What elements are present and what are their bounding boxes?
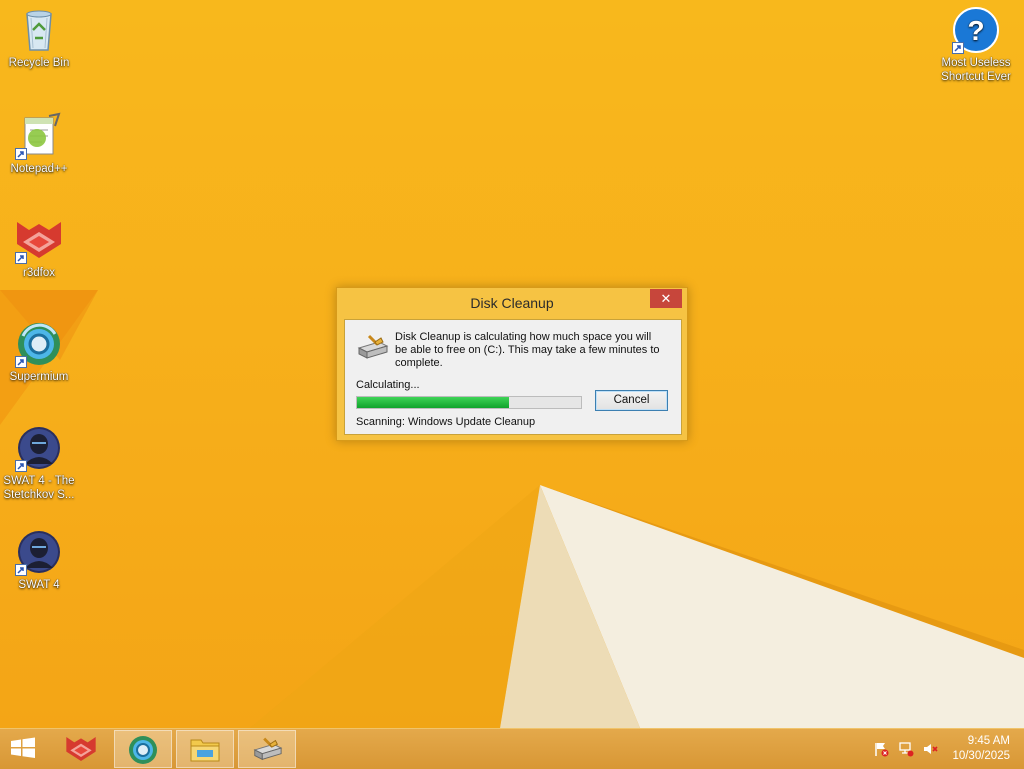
taskbar-file-explorer[interactable]	[176, 730, 234, 768]
clock-time: 9:45 AM	[967, 735, 1010, 747]
svg-text:?: ?	[967, 15, 984, 46]
taskbar-disk-cleanup[interactable]	[238, 730, 296, 768]
recycle-bin-icon	[26, 10, 52, 51]
progress-fill	[357, 397, 510, 408]
desktop-icon-r3dfox[interactable]: r3dfox	[1, 216, 77, 280]
shortcut-arrow-icon	[952, 42, 964, 54]
desktop-icon-recycle-bin[interactable]: Recycle Bin	[1, 6, 77, 70]
dialog-title: Disk Cleanup	[470, 295, 554, 311]
network-icon[interactable]	[898, 741, 914, 757]
taskbar-r3dfox[interactable]	[52, 730, 110, 768]
desktop-icon-label: SWAT 4	[18, 579, 60, 591]
taskbar-supermium[interactable]	[114, 730, 172, 768]
start-button[interactable]	[0, 730, 52, 768]
r3dfox-icon	[66, 737, 96, 761]
file-explorer-icon	[190, 739, 220, 762]
dialog-titlebar[interactable]: Disk Cleanup ✕	[337, 288, 687, 316]
disk-cleanup-icon	[357, 334, 389, 359]
windows-logo-icon	[11, 737, 35, 758]
desktop-icon-label: r3dfox	[23, 267, 55, 279]
desktop: Recycle Bin Notepad++ r3dfox Supermium S…	[0, 0, 1024, 728]
desktop-icon-label: Recycle Bin	[8, 57, 70, 69]
shortcut-arrow-icon	[15, 148, 27, 160]
cancel-button[interactable]: Cancel	[595, 390, 668, 411]
progress-bar	[356, 396, 582, 409]
taskbar: 9:45 AM 10/30/2025	[0, 728, 1024, 769]
volume-muted-icon[interactable]	[922, 741, 938, 757]
desktop-icon-label: Most Useless Shortcut Ever	[941, 57, 1011, 83]
shortcut-arrow-icon	[15, 356, 27, 368]
system-clock[interactable]: 9:45 AM 10/30/2025	[952, 734, 1010, 764]
shortcut-arrow-icon	[15, 252, 27, 264]
desktop-icon-swat4-stetchkov[interactable]: SWAT 4 - The Stetchkov S...	[1, 424, 77, 502]
desktop-icon-label: SWAT 4 - The Stetchkov S...	[3, 475, 75, 501]
dialog-message: Disk Cleanup is calculating how much spa…	[395, 331, 660, 369]
supermium-icon	[129, 736, 157, 764]
close-button[interactable]: ✕	[650, 289, 682, 308]
shortcut-arrow-icon	[15, 460, 27, 472]
action-center-flag-icon[interactable]	[873, 741, 889, 757]
status-label: Calculating...	[356, 379, 420, 391]
desktop-icon-most-useless-shortcut[interactable]: ? Most Useless Shortcut Ever	[936, 6, 1016, 84]
desktop-icon-label: Supermium	[9, 371, 69, 383]
desktop-icon-notepad-plus-plus[interactable]: Notepad++	[1, 112, 77, 176]
desktop-icon-label: Notepad++	[10, 163, 68, 175]
dialog-content: Disk Cleanup is calculating how much spa…	[344, 319, 682, 435]
desktop-icon-supermium[interactable]: Supermium	[1, 320, 77, 384]
scanning-status: Scanning: Windows Update Cleanup	[356, 416, 536, 428]
disk-cleanup-icon	[253, 737, 283, 761]
shortcut-arrow-icon	[15, 564, 27, 576]
desktop-icon-swat4[interactable]: SWAT 4	[1, 528, 77, 592]
clock-date: 10/30/2025	[952, 750, 1010, 762]
disk-cleanup-dialog: Disk Cleanup ✕ Disk Cleanup is calculati…	[336, 287, 688, 441]
